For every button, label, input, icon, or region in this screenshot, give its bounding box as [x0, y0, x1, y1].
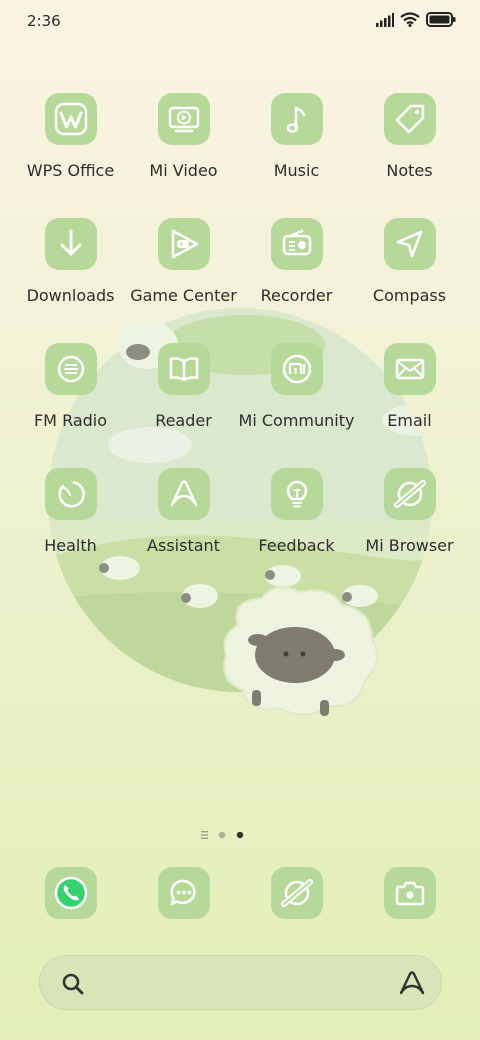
- signal-icon: [376, 12, 394, 31]
- tag-icon: [383, 93, 436, 145]
- status-bar: 2:36: [0, 0, 480, 40]
- mi-video-icon: [157, 93, 210, 145]
- app-label: Notes: [386, 161, 433, 180]
- dock-camera[interactable]: [353, 862, 466, 922]
- app-label: Feedback: [258, 536, 335, 555]
- app-label: Assistant: [147, 536, 220, 555]
- app-label: Music: [273, 161, 320, 180]
- app-compass[interactable]: Compass: [353, 213, 466, 314]
- app-label: Downloads: [26, 286, 115, 305]
- app-mi-video[interactable]: Mi Video: [127, 88, 240, 189]
- app-label: Health: [44, 536, 97, 555]
- app-label: Mi Video: [149, 161, 218, 180]
- battery-icon: [426, 11, 456, 31]
- page-dot-active: [236, 831, 244, 839]
- wps-office-icon: [44, 93, 97, 145]
- app-label: Email: [387, 411, 432, 430]
- app-label: Compass: [372, 286, 447, 305]
- dock-browser[interactable]: [240, 862, 353, 922]
- radio-recorder-icon: [270, 218, 323, 270]
- app-game-center[interactable]: Game Center: [127, 213, 240, 314]
- music-note-icon: [270, 93, 323, 145]
- app-mi-community[interactable]: Mi Community: [238, 338, 355, 439]
- page-indicator[interactable]: [201, 829, 245, 841]
- wifi-icon: [400, 11, 420, 31]
- app-recorder[interactable]: Recorder: [240, 213, 353, 314]
- app-label: FM Radio: [33, 411, 108, 430]
- planet-browser-icon: [383, 468, 436, 520]
- app-reader[interactable]: Reader: [127, 338, 240, 439]
- planet-browser-icon: [270, 867, 323, 919]
- app-label: Recorder: [260, 286, 333, 305]
- camera-icon: [383, 867, 436, 919]
- page-list-indicator: [201, 831, 208, 839]
- assistant-icon[interactable]: [398, 970, 426, 1000]
- app-health[interactable]: Health: [14, 463, 127, 564]
- app-label: Game Center: [130, 286, 237, 305]
- app-label: Mi Community: [238, 411, 355, 430]
- assistant-a-icon: [157, 468, 210, 520]
- page-dot: [218, 831, 226, 839]
- lightbulb-icon: [270, 468, 323, 520]
- app-email[interactable]: Email: [353, 338, 466, 439]
- app-label: WPS Office: [26, 161, 115, 180]
- app-feedback[interactable]: Feedback: [240, 463, 353, 564]
- clock: 2:36: [27, 12, 61, 30]
- navigation-arrow-icon: [383, 218, 436, 270]
- phone-icon: [44, 867, 97, 919]
- search-bar[interactable]: [39, 955, 442, 1010]
- dock: [14, 862, 466, 922]
- app-fm-radio[interactable]: FM Radio: [14, 338, 127, 439]
- app-label: Mi Browser: [365, 536, 454, 555]
- app-grid: WPS Office Mi Video Music Notes Download…: [14, 88, 466, 564]
- game-center-icon: [157, 218, 210, 270]
- dock-messages[interactable]: [127, 862, 240, 922]
- mi-logo-icon: [270, 343, 323, 395]
- open-book-icon: [157, 343, 210, 395]
- app-assistant[interactable]: Assistant: [127, 463, 240, 564]
- download-arrow-icon: [44, 218, 97, 270]
- app-mi-browser[interactable]: Mi Browser: [353, 463, 466, 564]
- app-notes[interactable]: Notes: [353, 88, 466, 189]
- dock-phone[interactable]: [14, 862, 127, 922]
- app-downloads[interactable]: Downloads: [14, 213, 127, 314]
- app-label: Reader: [155, 411, 212, 430]
- app-music[interactable]: Music: [240, 88, 353, 189]
- health-ring-icon: [44, 468, 97, 520]
- envelope-icon: [383, 343, 436, 395]
- search-icon[interactable]: [60, 971, 86, 1001]
- fm-radio-icon: [44, 343, 97, 395]
- app-wps-office[interactable]: WPS Office: [14, 88, 127, 189]
- chat-bubble-icon: [157, 867, 210, 919]
